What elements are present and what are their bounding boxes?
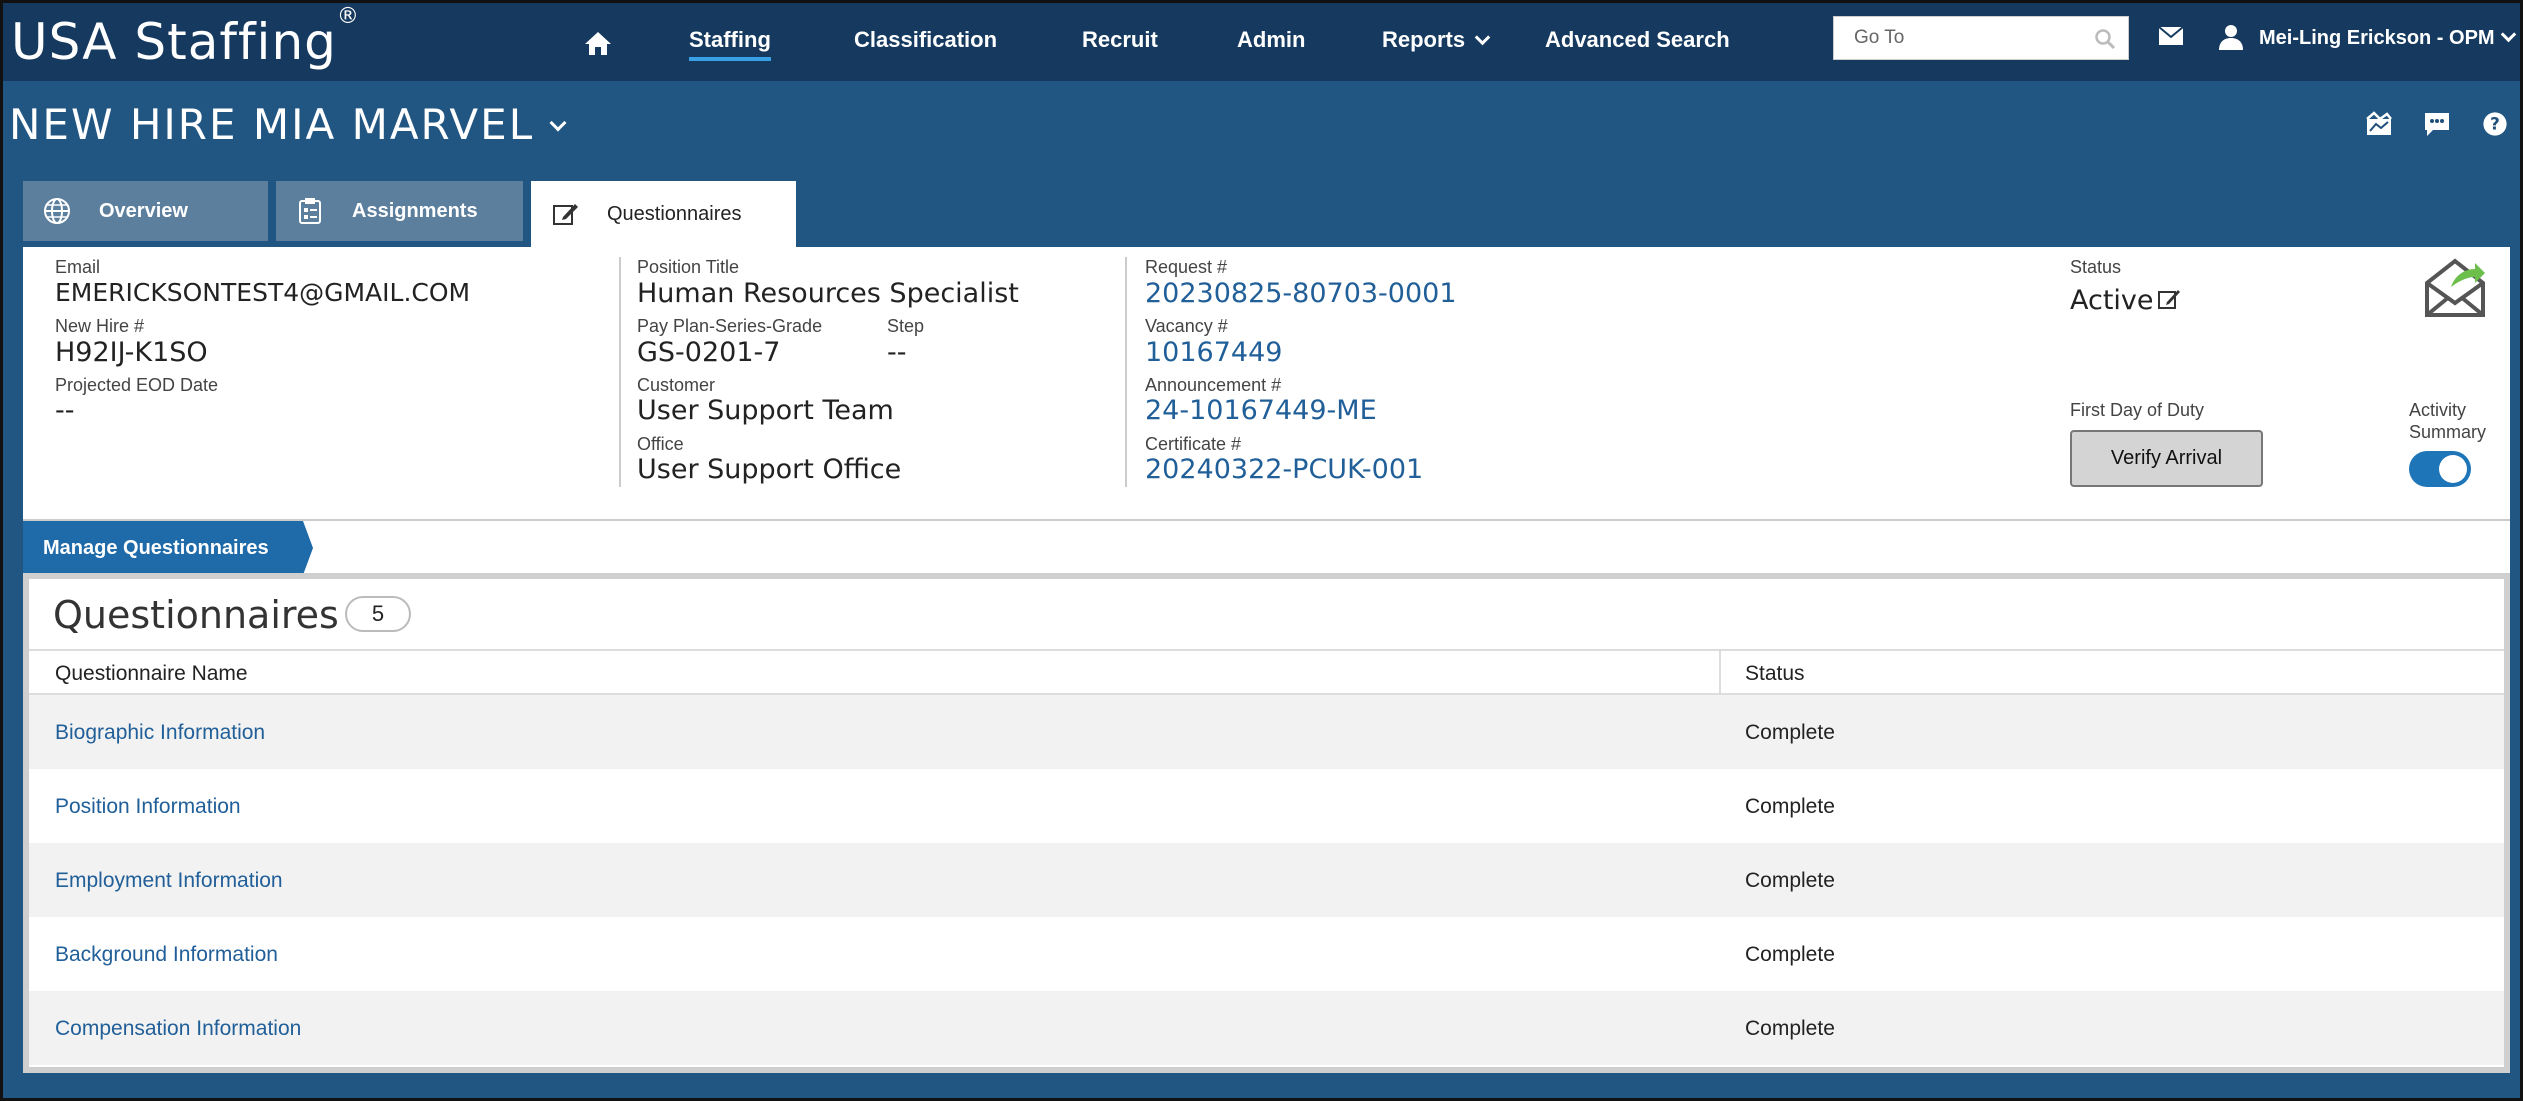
nav-reports-label: Reports [1382,27,1466,52]
questionnaires-title: Questionnaires [53,593,339,637]
app-logo[interactable]: USA Staffing® [11,4,360,71]
eod-value: -- [55,395,75,426]
pay-plan-value: GS-0201-7 [637,337,781,368]
questionnaires-card: Questionnaires 5 Questionnaire Name Stat… [29,579,2504,1067]
activity-summary-toggle[interactable] [2409,451,2471,487]
envelope-open-icon[interactable] [2423,257,2487,319]
app-window: USA Staffing® Staffing Classification Re… [0,0,2523,1101]
summary-label: Summary [2409,422,2487,442]
questionnaire-status: Complete [1745,795,1835,818]
edit-status-icon[interactable] [2157,287,2181,311]
questionnaire-link[interactable]: Biographic Information [55,721,265,745]
user-chevron-down-icon[interactable] [2500,26,2517,43]
announcement-label: Announcement # [1145,375,1282,395]
first-day-of-duty-label: First Day of Duty [2070,400,2205,420]
position-title-value: Human Resources Specialist [637,278,1019,309]
page-title[interactable]: NEW HIRE MIA MARVEL [9,100,567,149]
table-row: Compensation Information Complete [29,991,2504,1065]
tab-questionnaires-label: Questionnaires [607,202,742,225]
vacancy-label: Vacancy # [1145,316,1228,336]
step-label: Step [887,316,925,336]
column-separator [1719,651,1721,697]
table-row: Background Information Complete [29,917,2504,991]
customer-label: Customer [637,375,716,395]
questionnaire-link[interactable]: Background Information [55,943,278,967]
tab-overview-label: Overview [99,199,188,222]
new-hire-number-value: H92IJ-K1SO [55,337,208,368]
questionnaire-link[interactable]: Compensation Information [55,1017,301,1041]
questionnaires-count-badge: 5 [345,596,411,632]
questionnaire-status: Complete [1745,721,1835,744]
tab-assignments-label: Assignments [352,199,478,222]
vacancy-link[interactable]: 10167449 [1145,337,1282,368]
eod-label: Projected EOD Date [55,375,219,395]
edit-icon [553,204,578,225]
goto-search-input[interactable]: Go To [1833,16,2129,60]
nav-classification[interactable]: Classification [854,27,997,53]
nav-recruit[interactable]: Recruit [1082,27,1158,53]
email-value: EMERICKSONTEST4@GMAIL.COM [55,278,471,307]
manage-questionnaires-breadcrumb[interactable]: Manage Questionnaires [23,521,313,575]
table-row: Biographic Information Complete [29,695,2504,769]
svg-text:?: ? [2490,114,2500,134]
questionnaire-link[interactable]: Employment Information [55,869,283,893]
verify-arrival-button[interactable]: Verify Arrival [2070,430,2263,487]
questionnaire-status: Complete [1745,869,1835,892]
mail-icon[interactable] [2158,25,2184,47]
clipboard-icon [299,198,321,224]
announcement-link[interactable]: 24-10167449-ME [1145,395,1377,426]
help-icon[interactable]: ? [2481,111,2509,137]
nav-advanced-search[interactable]: Advanced Search [1545,27,1730,53]
table-row: Position Information Complete [29,769,2504,843]
table-row: Employment Information Complete [29,843,2504,917]
top-nav: USA Staffing® Staffing Classification Re… [3,3,2520,81]
tab-assignments[interactable]: Assignments [276,181,523,241]
customer-value: User Support Team [637,395,894,426]
request-label: Request # [1145,257,1228,277]
request-link[interactable]: 20230825-80703-0001 [1145,278,1457,309]
new-hire-info-panel: Email EMERICKSONTEST4@GMAIL.COM New Hire… [23,247,2510,519]
breadcrumb-band: Manage Questionnaires [23,519,2510,575]
column-header-name[interactable]: Questionnaire Name [55,662,248,686]
column-divider [619,257,621,487]
goto-placeholder: Go To [1854,27,1905,48]
certificate-label: Certificate # [1145,434,1242,454]
nav-reports[interactable]: Reports [1382,27,1491,53]
tab-questionnaires[interactable]: Questionnaires [531,181,796,247]
user-icon[interactable] [2217,23,2245,51]
questionnaire-link[interactable]: Position Information [55,795,241,819]
position-title-label: Position Title [637,257,740,277]
user-menu-name[interactable]: Mei-Ling Erickson - OPM [2259,27,2495,50]
comment-icon[interactable] [2423,111,2451,137]
pay-plan-label: Pay Plan-Series-Grade [637,316,823,336]
questionnaire-status: Complete [1745,1017,1835,1040]
questionnaire-status: Complete [1745,943,1835,966]
email-label: Email [55,257,101,277]
activity-label: Activity [2409,400,2467,420]
status-label: Status [2070,257,2122,277]
dashboard-icon[interactable] [2365,111,2393,137]
column-divider [1125,257,1127,487]
step-value: -- [887,337,907,368]
nav-staffing[interactable]: Staffing [689,27,771,61]
column-header-status[interactable]: Status [1745,662,1805,686]
chevron-down-icon [1474,29,1491,46]
nav-admin[interactable]: Admin [1237,27,1305,53]
title-chevron-down-icon[interactable] [549,114,567,132]
status-value: Active [2070,285,2154,316]
home-icon[interactable] [583,29,613,57]
globe-icon [44,198,70,224]
questionnaires-panel: Questionnaires 5 Questionnaire Name Stat… [23,573,2510,1073]
new-hire-number-label: New Hire # [55,316,145,336]
office-value: User Support Office [637,454,902,485]
tab-overview[interactable]: Overview [23,181,268,241]
certificate-link[interactable]: 20240322-PCUK-001 [1145,454,1423,485]
search-icon[interactable] [2094,28,2116,50]
office-label: Office [637,434,684,454]
table-header: Questionnaire Name Status [29,649,2504,697]
